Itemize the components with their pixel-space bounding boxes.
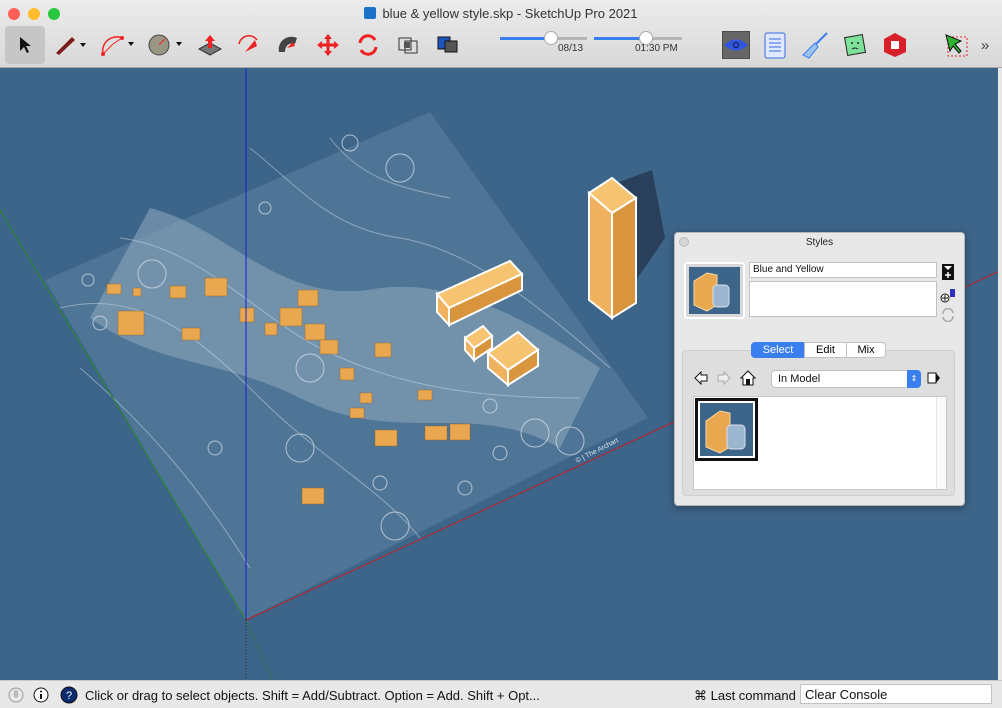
styles-panel: Styles Blue and Yellow Select Edit Mix I…	[674, 232, 965, 506]
rotate-tool-button[interactable]	[348, 26, 388, 64]
create-style-icon[interactable]	[942, 264, 954, 280]
date-value: 08/13	[558, 43, 584, 54]
time-slider[interactable]	[594, 31, 682, 45]
styles-list	[693, 396, 947, 490]
view-eye-icon	[722, 31, 750, 59]
date-slider[interactable]	[500, 31, 587, 45]
dropdown-chevron-icon: ⇕	[907, 370, 921, 388]
move-tool-button[interactable]	[308, 26, 348, 64]
status-bar: ? Click or drag to select objects. Shift…	[0, 680, 1002, 708]
section-plane-tool-button[interactable]	[388, 26, 428, 64]
last-command-label: ⌘ Last command	[694, 688, 796, 703]
follow-me-tool-button[interactable]	[228, 26, 268, 64]
sketchup-file-icon	[364, 7, 377, 19]
components-tool-button[interactable]	[428, 26, 468, 64]
face-tool-button[interactable]	[835, 26, 875, 64]
offset-tool-button[interactable]	[268, 26, 308, 64]
follow-me-icon	[238, 35, 258, 52]
arc-icon	[101, 36, 134, 56]
move-icon	[317, 34, 339, 56]
face-icon	[844, 34, 866, 56]
refresh-icon[interactable]	[941, 308, 955, 322]
current-style-thumbnail[interactable]	[684, 262, 745, 319]
select-region-icon	[945, 34, 968, 57]
back-arrow-icon[interactable]	[694, 371, 708, 385]
panel-title: Styles	[805, 237, 834, 248]
pencil-icon	[56, 37, 86, 55]
circle-icon	[148, 34, 182, 56]
status-hint: Click or drag to select objects. Shift =…	[85, 688, 540, 703]
svg-text:?: ?	[66, 690, 72, 702]
update-style-icon[interactable]	[940, 287, 956, 303]
style-item-blue-and-yellow[interactable]	[695, 398, 758, 461]
select-tool-button[interactable]	[5, 26, 45, 64]
help-icon[interactable]: ?	[60, 686, 78, 704]
rotate-icon	[358, 34, 378, 56]
site-plan-image: © | The Archart	[45, 112, 648, 620]
section-plane-icon	[398, 37, 418, 54]
collection-dropdown[interactable]: In Model ⇕	[771, 370, 921, 388]
purge-button[interactable]	[795, 26, 835, 64]
push-pull-icon	[197, 35, 223, 56]
extension-warehouse-icon	[884, 33, 906, 57]
offset-icon	[278, 36, 297, 52]
style-preview-icon	[689, 267, 740, 314]
arc-tool-button[interactable]	[98, 26, 138, 64]
tab-mix[interactable]: Mix	[846, 342, 886, 358]
select-icon	[20, 37, 31, 53]
style-description-input[interactable]	[749, 281, 937, 317]
tab-select[interactable]: Select	[751, 342, 805, 358]
viewport-edge	[998, 68, 1002, 680]
view-button[interactable]	[716, 26, 756, 64]
extension-warehouse-button[interactable]	[875, 26, 915, 64]
toolbar-overflow-button[interactable]: »	[970, 26, 1000, 64]
push-pull-tool-button[interactable]	[190, 26, 230, 64]
geolocation-icon[interactable]	[8, 687, 24, 703]
details-arrow-icon[interactable]	[927, 371, 941, 385]
circle-tool-button[interactable]	[146, 26, 186, 64]
window-title: blue & yellow style.skp - SketchUp Pro 2…	[0, 6, 1002, 21]
pencil-tool-button[interactable]	[50, 26, 90, 64]
home-icon[interactable]	[740, 370, 756, 386]
components-icon	[437, 36, 458, 53]
cleanup-broom-icon	[802, 32, 828, 59]
notes-button[interactable]	[755, 26, 795, 64]
info-icon[interactable]	[33, 687, 49, 703]
time-value: 01:30 PM	[635, 43, 678, 54]
style-thumbnail-icon	[700, 403, 753, 456]
title-bar: blue & yellow style.skp - SketchUp Pro 2…	[0, 0, 1002, 68]
forward-arrow-icon[interactable]	[717, 371, 731, 385]
tab-edit[interactable]: Edit	[804, 342, 847, 358]
style-name-input[interactable]: Blue and Yellow	[749, 262, 937, 278]
last-command-field[interactable]: Clear Console	[800, 684, 992, 704]
green-axis-negative	[245, 619, 273, 680]
collection-value: In Model	[778, 373, 821, 385]
styles-list-scrollbar[interactable]	[936, 397, 946, 489]
notepad-icon	[764, 32, 786, 59]
